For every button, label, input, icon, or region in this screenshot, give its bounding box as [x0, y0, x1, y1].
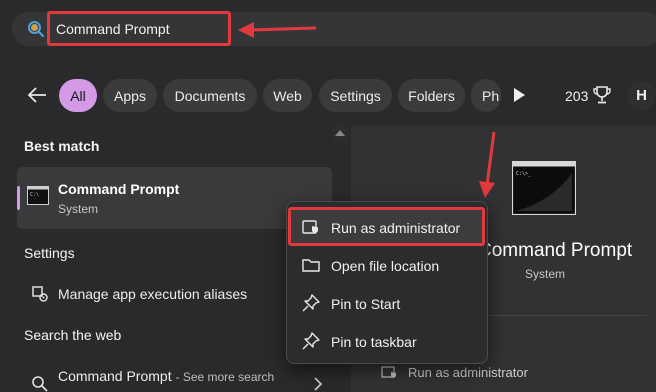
- filter-chip-web[interactable]: Web: [263, 79, 312, 112]
- settings-alias-icon: [32, 286, 48, 302]
- scroll-up-button[interactable]: [332, 125, 348, 141]
- play-icon[interactable]: [512, 87, 526, 103]
- run-as-admin-highlight-annotation: [288, 207, 485, 246]
- svg-text:C:\: C:\: [30, 192, 39, 198]
- search-icon: [28, 21, 45, 38]
- best-match-heading: Best match: [24, 138, 100, 154]
- settings-heading: Settings: [24, 245, 75, 261]
- filter-chip-apps[interactable]: Apps: [103, 79, 157, 112]
- rewards-count: 203: [565, 88, 589, 104]
- web-result-hint: - See more search: [175, 370, 275, 384]
- web-result[interactable]: Command Prompt - See more search: [58, 368, 274, 384]
- web-search-icon: [32, 376, 48, 392]
- annotation-arrow-down: [479, 131, 496, 198]
- search-highlight-annotation: [47, 11, 231, 46]
- filter-chip-settings[interactable]: Settings: [319, 79, 392, 112]
- filter-chip-folders[interactable]: Folders: [398, 79, 465, 112]
- back-arrow-icon[interactable]: [26, 85, 48, 105]
- terminal-icon-large: C:\>_: [512, 161, 576, 215]
- filter-chip-documents[interactable]: Documents: [163, 79, 257, 112]
- pin-icon: [302, 294, 320, 312]
- selection-indicator: [17, 186, 20, 210]
- preview-run-as-admin[interactable]: Run as administrator: [408, 365, 528, 380]
- best-match-subtitle: System: [58, 202, 99, 216]
- shield-icon: [381, 366, 396, 378]
- annotation-arrow-left: [238, 22, 317, 38]
- avatar[interactable]: H: [627, 81, 656, 110]
- preview-title: Command Prompt: [478, 240, 633, 261]
- preview-subtitle: System: [525, 267, 566, 281]
- search-web-heading: Search the web: [24, 327, 122, 343]
- pin-icon: [302, 332, 320, 350]
- web-result-title: Command Prompt: [58, 368, 172, 384]
- trophy-icon[interactable]: [593, 85, 611, 105]
- chevron-right-icon[interactable]: [313, 377, 323, 391]
- svg-text:C:\>_: C:\>_: [516, 171, 532, 177]
- terminal-icon: C:\: [27, 186, 49, 205]
- settings-item-aliases[interactable]: Manage app execution aliases: [58, 286, 247, 302]
- filter-chip-photos[interactable]: Ph: [471, 79, 501, 112]
- menu-label-pin-to-start: Pin to Start: [331, 296, 401, 312]
- best-match-title: Command Prompt: [58, 181, 180, 197]
- filter-chip-all[interactable]: All: [59, 79, 97, 112]
- best-match-result[interactable]: [17, 167, 332, 229]
- menu-label-pin-to-taskbar: Pin to taskbar: [331, 334, 417, 350]
- menu-label-open-file-location: Open file location: [331, 258, 440, 274]
- folder-icon: [302, 259, 320, 272]
